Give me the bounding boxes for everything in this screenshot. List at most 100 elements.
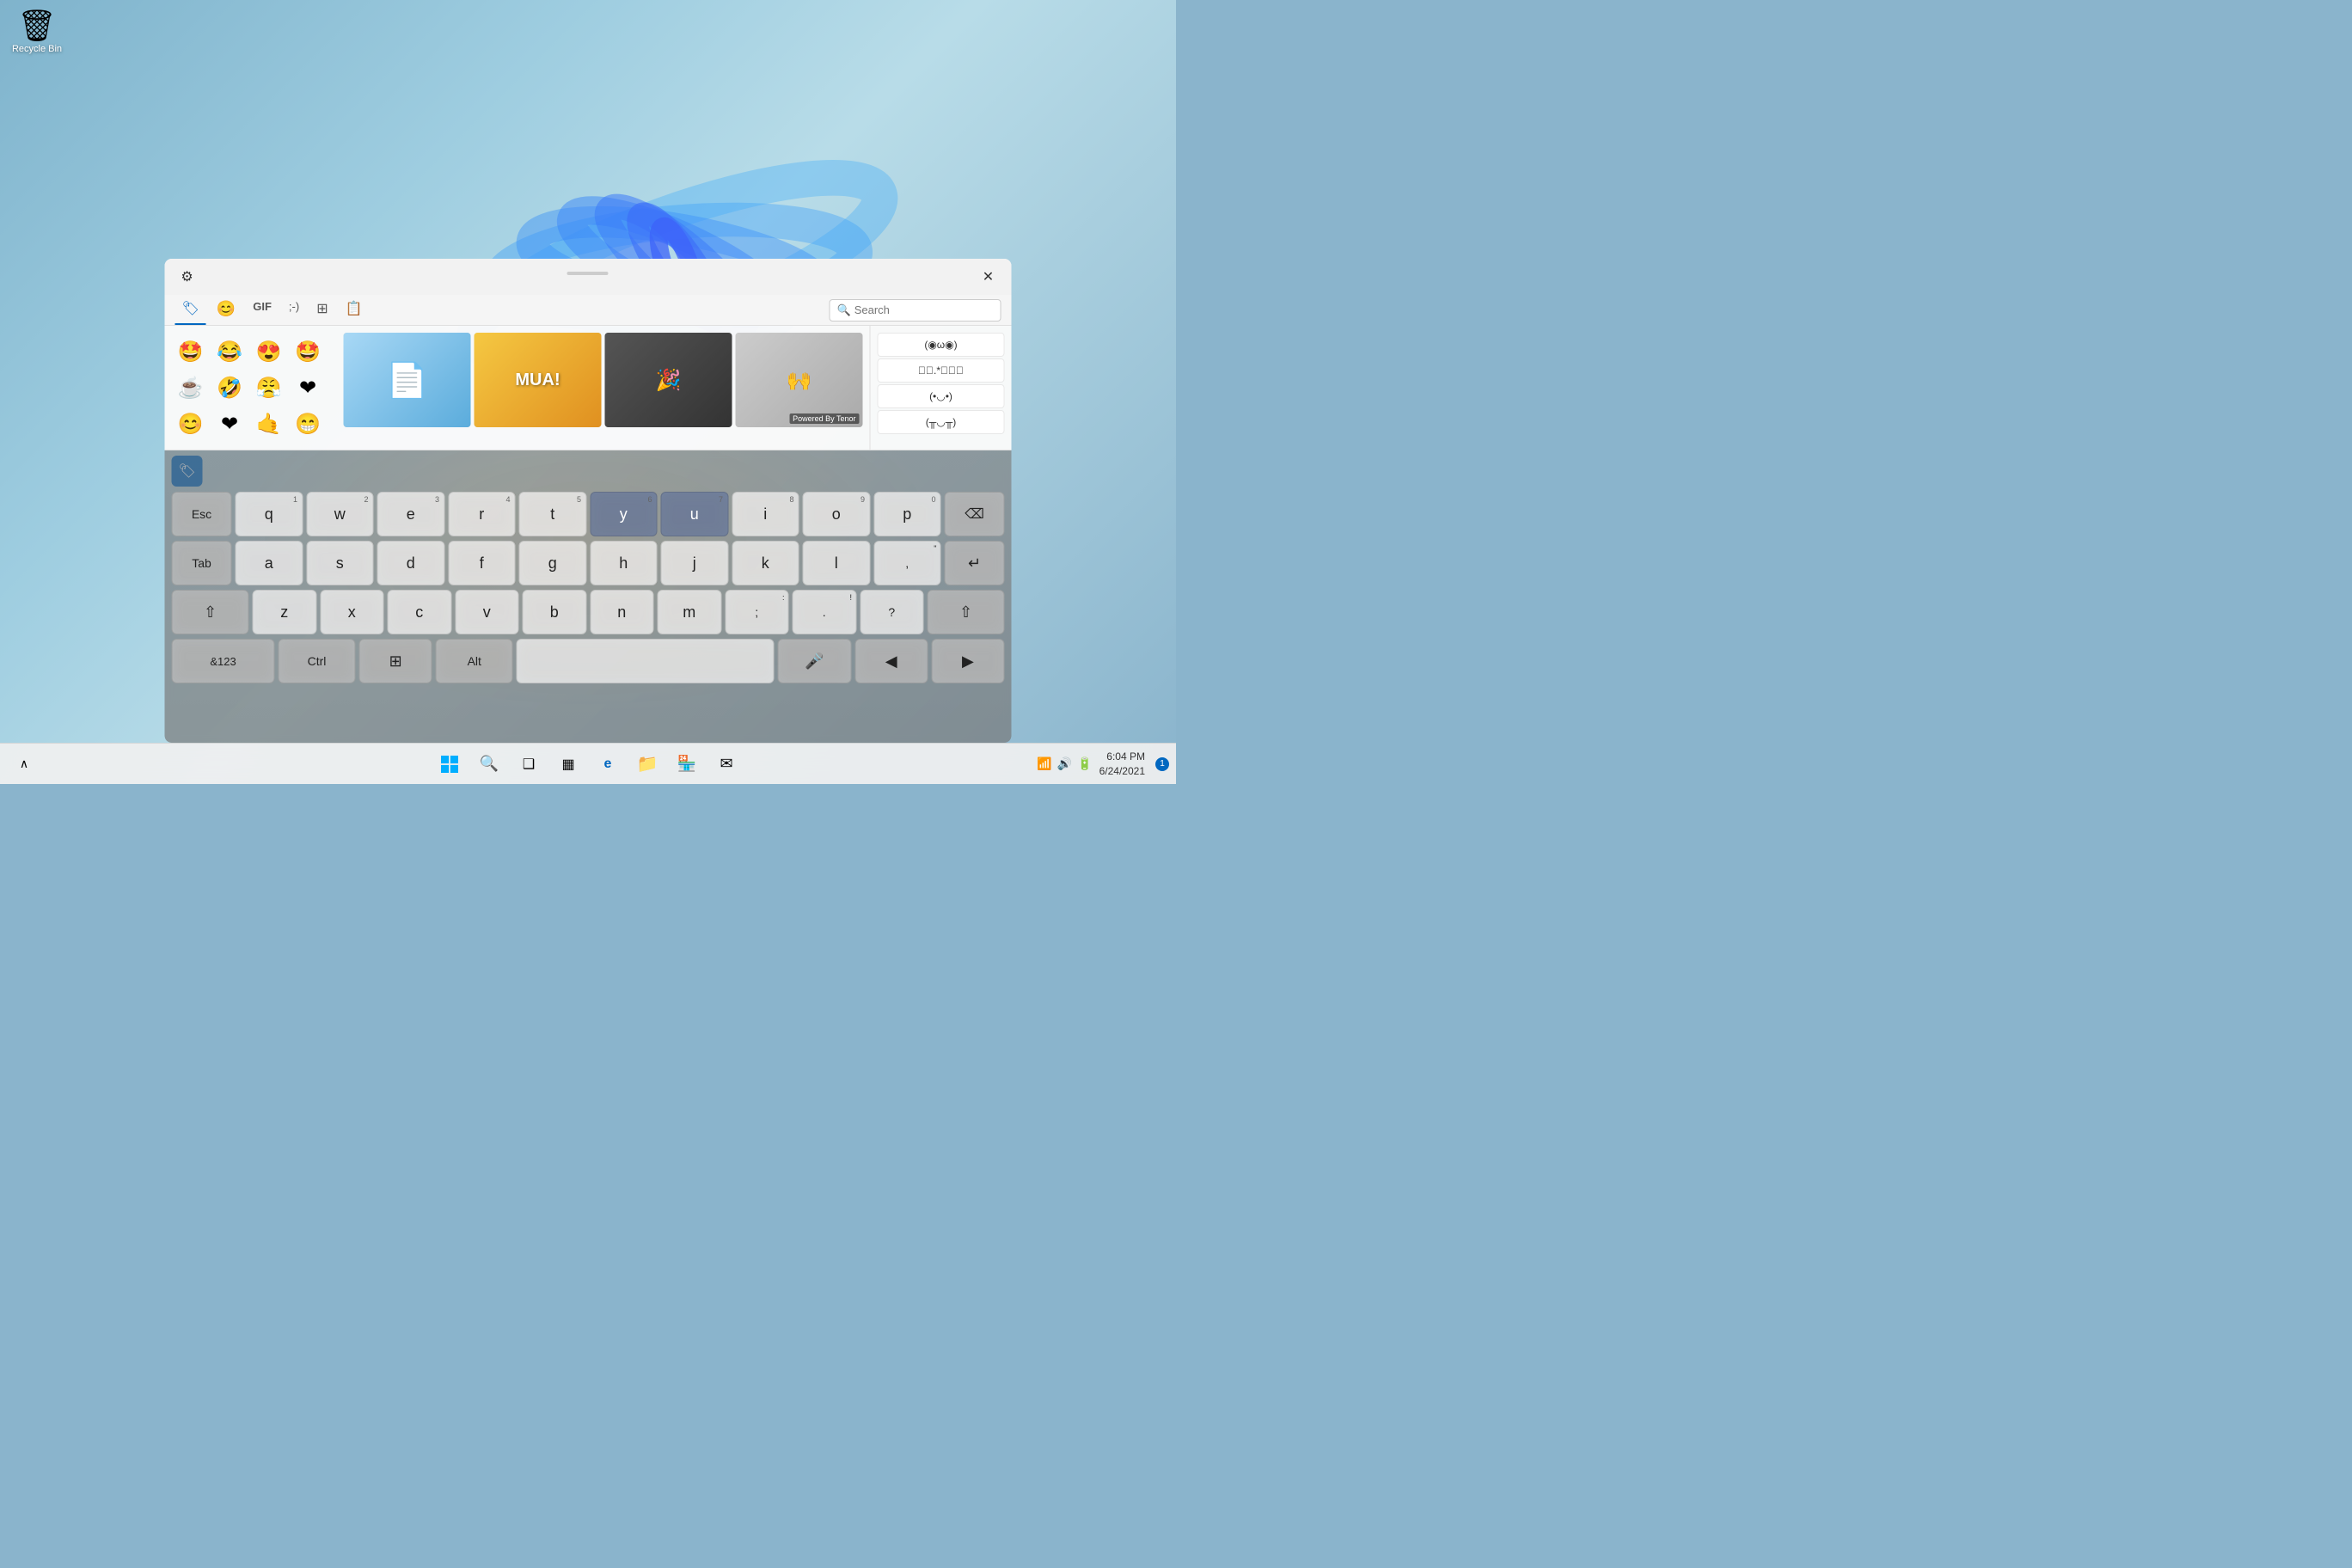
tab-symbols[interactable]: ⊞: [309, 295, 334, 325]
picker-handle: [567, 272, 608, 275]
taskbar-sys-icons: 📶 🔊 🔋: [1037, 756, 1092, 771]
keyboard-panel: ⚙ ✕ 🏷 😊 GIF ;-) ⊞ 📋 🔍: [165, 259, 1012, 743]
tab-smiley[interactable]: 😊: [210, 295, 242, 325]
emoji-item[interactable]: 🤣: [212, 371, 247, 405]
emoji-item[interactable]: 🤙: [252, 407, 286, 441]
key-backspace[interactable]: ⌫: [945, 492, 1005, 536]
tab-kaomoji[interactable]: ;-): [282, 295, 306, 325]
key-left[interactable]: ◀: [854, 639, 928, 683]
settings-button[interactable]: ⚙: [175, 265, 199, 289]
emoji-item[interactable]: 😊: [174, 407, 208, 441]
key-g[interactable]: g: [519, 541, 587, 585]
key-alt[interactable]: Alt: [436, 639, 513, 683]
key-question[interactable]: ?: [860, 590, 924, 634]
taskbar-battery-icon[interactable]: 🔋: [1077, 756, 1092, 771]
gif-item-4[interactable]: 🙌 Powered By Tenor: [736, 333, 863, 427]
taskbar-edge[interactable]: e: [591, 747, 625, 781]
key-j[interactable]: j: [661, 541, 729, 585]
kaomoji-item-1[interactable]: (◉ω◉): [878, 333, 1005, 357]
emoji-item[interactable]: 😤: [252, 371, 286, 405]
recycle-bin-icon[interactable]: 🗑 Recycle Bin: [7, 4, 67, 58]
taskbar-mail[interactable]: ✉: [709, 747, 744, 781]
desktop: 🗑 Recycle Bin ⚙ ✕ 🏷 😊 GIF ;-) ⊞: [0, 0, 1176, 784]
key-win[interactable]: ⊞: [359, 639, 432, 683]
key-l[interactable]: l: [803, 541, 871, 585]
tab-clipboard[interactable]: 📋: [339, 295, 370, 325]
key-space[interactable]: [517, 639, 775, 683]
powered-by-tenor: Powered By Tenor: [789, 413, 859, 424]
taskbar-widgets[interactable]: ▦: [551, 747, 585, 781]
key-shift-left[interactable]: ⇧: [172, 590, 249, 634]
taskbar-chevron[interactable]: ∧: [7, 747, 41, 781]
key-right[interactable]: ▶: [931, 639, 1004, 683]
emoji-item[interactable]: 😍: [252, 334, 286, 369]
key-u[interactable]: u7: [661, 492, 729, 536]
key-c[interactable]: c: [388, 590, 452, 634]
picker-content: 🤩 😂 😍 🤩 ☕ 🤣 😤 ❤ 😊 ❤ 🤙 😁: [165, 326, 1012, 450]
gif-item-3[interactable]: 🎉: [605, 333, 732, 427]
picker-header: ⚙ ✕: [165, 259, 1012, 295]
search-input[interactable]: [854, 303, 992, 316]
taskbar-volume-icon[interactable]: 🔊: [1057, 756, 1072, 771]
emoji-item[interactable]: 😂: [212, 334, 247, 369]
key-enter[interactable]: ↵: [945, 541, 1005, 585]
key-x[interactable]: x: [320, 590, 384, 634]
key-mic[interactable]: 🎤: [778, 639, 851, 683]
key-ctrl[interactable]: Ctrl: [279, 639, 356, 683]
kaomoji-item-3[interactable]: (•◡•): [878, 384, 1005, 408]
tab-emoji[interactable]: 🏷: [175, 295, 206, 325]
taskbar-store[interactable]: 🏪: [670, 747, 704, 781]
emoji-item[interactable]: ❤: [212, 407, 247, 441]
key-o[interactable]: o9: [803, 492, 871, 536]
kaomoji-item-2[interactable]: ☆ﾟ.*･｡ﾟ: [878, 358, 1005, 383]
key-t[interactable]: t5: [519, 492, 587, 536]
emoji-item[interactable]: ☕: [174, 371, 208, 405]
key-period[interactable]: .!: [793, 590, 857, 634]
key-tab[interactable]: Tab: [172, 541, 232, 585]
key-v[interactable]: v: [455, 590, 519, 634]
taskbar-wifi-icon[interactable]: 📶: [1037, 756, 1051, 771]
taskbar-time-value: 6:04 PM: [1099, 750, 1145, 764]
gif-item-2[interactable]: MUA!: [475, 333, 602, 427]
key-f[interactable]: f: [448, 541, 516, 585]
key-shift-right[interactable]: ⇧: [928, 590, 1005, 634]
emoji-item[interactable]: 🤩: [174, 334, 208, 369]
key-k[interactable]: k: [732, 541, 799, 585]
taskbar-explorer[interactable]: 📁: [630, 747, 665, 781]
taskbar-search[interactable]: 🔍: [472, 747, 506, 781]
key-y[interactable]: y6: [590, 492, 658, 536]
taskbar-taskview[interactable]: ❑: [511, 747, 546, 781]
key-r[interactable]: r4: [448, 492, 516, 536]
key-i[interactable]: i8: [732, 492, 799, 536]
key-z[interactable]: z: [253, 590, 317, 634]
picker-search-box[interactable]: 🔍: [830, 299, 1001, 322]
close-button[interactable]: ✕: [976, 264, 1001, 290]
emoji-item[interactable]: 🤩: [291, 334, 325, 369]
emoji-item[interactable]: ❤: [291, 371, 325, 405]
tab-gif[interactable]: GIF: [246, 295, 279, 325]
key-e[interactable]: e3: [377, 492, 445, 536]
key-p[interactable]: p0: [873, 492, 941, 536]
key-s[interactable]: s: [306, 541, 374, 585]
key-n[interactable]: n: [590, 590, 654, 634]
key-symbols[interactable]: &123: [172, 639, 275, 683]
kaomoji-item-4[interactable]: (╥◡╥): [878, 410, 1005, 434]
taskbar-clock[interactable]: 6:04 PM 6/24/2021: [1099, 750, 1145, 779]
key-a[interactable]: a: [236, 541, 303, 585]
key-q[interactable]: q1: [236, 492, 303, 536]
emoji-grid: 🤩 😂 😍 🤩 ☕ 🤣 😤 ❤ 😊 ❤ 🤙 😁: [174, 334, 328, 441]
key-b[interactable]: b: [523, 590, 587, 634]
key-m[interactable]: m: [658, 590, 722, 634]
recycle-bin-label: Recycle Bin: [12, 44, 62, 54]
emoji-item[interactable]: 😁: [291, 407, 325, 441]
key-h[interactable]: h: [590, 541, 658, 585]
key-w[interactable]: w2: [306, 492, 374, 536]
gif-item-1[interactable]: 📄: [344, 333, 471, 427]
key-comma-quote[interactable]: ,": [873, 541, 941, 585]
taskbar-start[interactable]: [432, 747, 467, 781]
notification-badge[interactable]: 1: [1155, 757, 1169, 771]
key-semicolon[interactable]: ;:: [725, 590, 789, 634]
gif-section: 📄 MUA! 🎉: [337, 326, 870, 450]
key-esc[interactable]: Esc: [172, 492, 232, 536]
key-d[interactable]: d: [377, 541, 445, 585]
